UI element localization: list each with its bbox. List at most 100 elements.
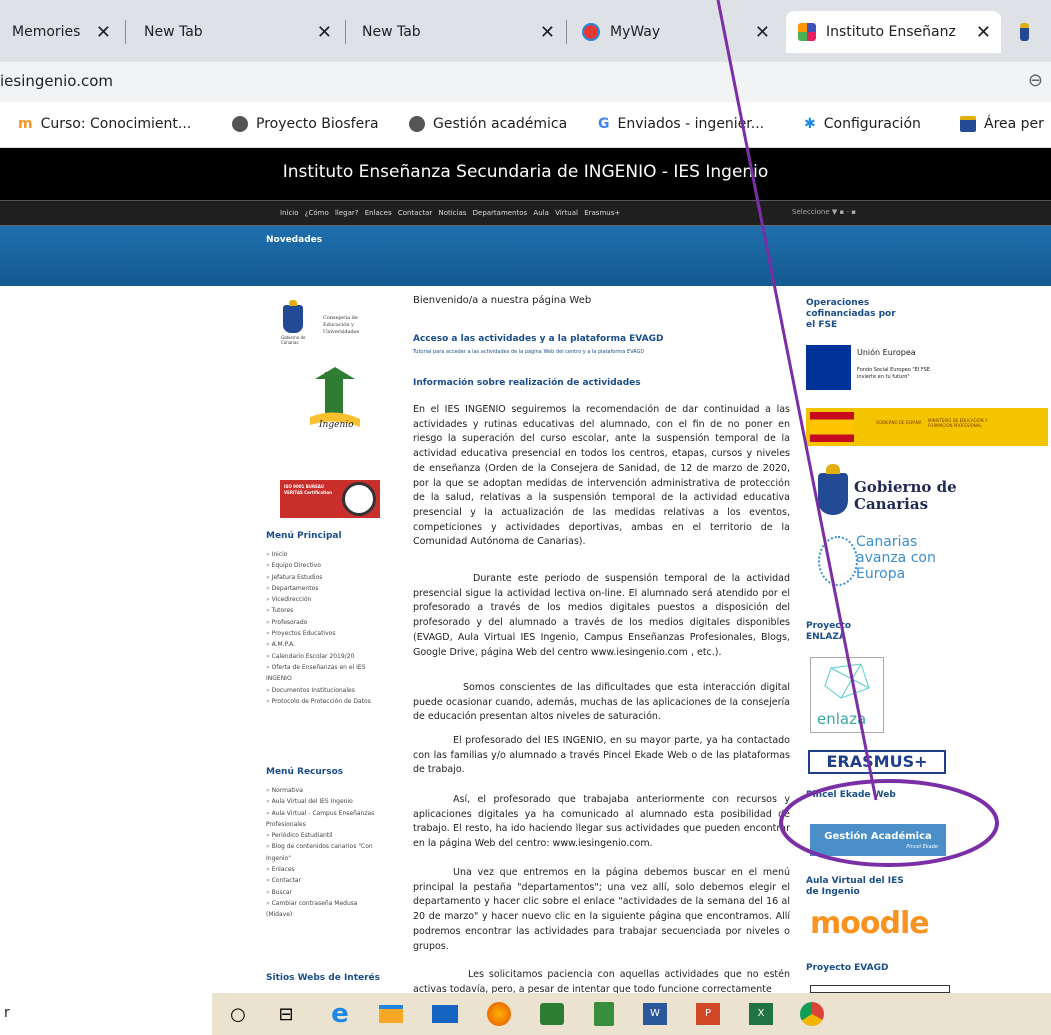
consejeria-logo[interactable]: Consejería de Educación y Universidades … — [281, 300, 387, 345]
menu-item[interactable]: Calendario Escolar 2019/20 — [266, 651, 371, 662]
menu-item[interactable]: Tutores — [266, 605, 371, 616]
cortana-icon[interactable]: ○ — [223, 999, 253, 1029]
menu-item[interactable]: A.M.P.A. — [266, 639, 371, 650]
bookmark-label: Proyecto Biosfera — [256, 116, 379, 132]
tab-new-tab-2[interactable]: New Tab ✕ — [350, 11, 565, 53]
task-view-icon[interactable]: ⊟ — [271, 999, 301, 1029]
enlaza-title: Proyecto ENLAZA — [806, 621, 852, 642]
menu-item[interactable]: Normativa — [266, 785, 374, 796]
site-nav: Inicio ¿Cómo llegar? Enlaces Contactar N… — [0, 200, 1051, 226]
taskbar-search-input[interactable]: r — [0, 993, 212, 1035]
menu-item[interactable]: Profesionales — [266, 819, 374, 830]
menu-item[interactable]: INGENIO — [266, 673, 371, 684]
evagd-banner[interactable] — [810, 985, 950, 993]
tab-new-tab-1[interactable]: New Tab ✕ — [132, 11, 342, 53]
welcome-text: Bienvenido/a a nuestra página Web — [413, 295, 592, 306]
evagd-title: Proyecto EVAGD — [806, 963, 889, 973]
close-icon[interactable]: ✕ — [976, 22, 991, 43]
menu-item[interactable]: Periódico Estudiantil — [266, 830, 374, 841]
menu-item[interactable]: Documentos Institucionales — [266, 685, 371, 696]
app-icon[interactable] — [537, 999, 567, 1029]
menu-item[interactable]: Contactar — [266, 875, 374, 886]
powerpoint-icon[interactable]: P — [693, 999, 723, 1029]
gestion-academica-button[interactable]: Gestión Académica Pincel Ekade — [810, 824, 946, 856]
menu-item[interactable]: Aula Virtual del IES Ingenio — [266, 796, 374, 807]
bookmark-area[interactable]: Área per — [960, 116, 1044, 132]
menu-item[interactable]: Inicio — [266, 549, 371, 560]
ies-logo-icon[interactable]: Ingenio — [305, 367, 365, 432]
menu-item[interactable]: Buscar — [266, 887, 374, 898]
logo-sub: Gobierno de Canarias — [281, 335, 306, 345]
chrome-icon[interactable] — [797, 999, 827, 1029]
menu-item[interactable]: Proyectos Educativos — [266, 628, 371, 639]
iso-certification-badge[interactable]: ISO 9001 BUREAU VERITAS Certification — [280, 480, 380, 518]
eu-flag-icon[interactable] — [806, 345, 851, 390]
moodle-logo[interactable]: moodle — [810, 906, 930, 941]
bureau-veritas-seal-icon — [342, 482, 376, 516]
menu-item[interactable]: Oferta de Enseñanzas en el IES — [266, 662, 371, 673]
menu-item[interactable]: Ingenio" — [266, 853, 374, 864]
novedades-label[interactable]: Novedades — [266, 235, 322, 245]
site-header: Instituto Enseñanza Secundaria de INGENI… — [0, 148, 1051, 200]
select-dropdown[interactable]: Seleccione ▼ ▪ - ▪ — [792, 208, 856, 216]
menu-item[interactable]: Vicedirección — [266, 594, 371, 605]
bookmark-curso[interactable]: m Curso: Conocimient... — [18, 116, 191, 132]
myway-icon — [582, 23, 600, 41]
menu-principal-list: InicioEquipo DirectivoJefatura EstudiosD… — [266, 549, 371, 707]
mail-icon[interactable] — [430, 999, 460, 1029]
tab-label: New Tab — [144, 24, 203, 40]
excel-icon[interactable]: X — [746, 999, 776, 1029]
novedades-banner: Novedades — [0, 226, 1051, 286]
gobierno-canarias-logo[interactable]: Gobierno de Canarias — [806, 464, 986, 515]
word-icon[interactable]: W — [640, 999, 670, 1029]
bookmark-biosfera[interactable]: Proyecto Biosfera — [232, 116, 379, 132]
address-bar[interactable]: iesingenio.com ⊖ — [0, 62, 1051, 102]
menu-item[interactable]: (Midave) — [266, 909, 374, 920]
site-nav-links[interactable]: Inicio ¿Cómo llegar? Enlaces Contactar N… — [280, 209, 620, 217]
tab-instituto[interactable]: Instituto Enseñanz ✕ — [786, 11, 1001, 53]
bookmark-configuracion[interactable]: ✱ Configuración — [804, 116, 921, 132]
close-icon[interactable]: ✕ — [317, 22, 332, 43]
moodle-bookmark-icon: m — [18, 116, 33, 132]
iso-text: ISO 9001 BUREAU VERITAS Certification — [284, 484, 333, 495]
erasmus-logo[interactable]: ERASMUS+ — [808, 750, 946, 774]
paragraph-6: Una vez que entremos en la página debemo… — [413, 867, 790, 952]
firefox-icon[interactable] — [484, 999, 514, 1029]
edge-icon[interactable]: e — [325, 999, 355, 1029]
globe-icon — [409, 116, 425, 132]
close-icon[interactable]: ✕ — [540, 22, 555, 43]
bookmark-enviados[interactable]: G Enviados - ingenier... — [598, 116, 764, 132]
tab-partial[interactable] — [1008, 11, 1051, 53]
canarias-avanza-logo[interactable]: Canarias avanza con Europa — [818, 530, 938, 592]
zoom-icon[interactable]: ⊖ — [1028, 70, 1043, 91]
file-explorer-icon[interactable] — [376, 999, 406, 1029]
enlaza-logo[interactable]: enlaza — [810, 657, 884, 733]
menu-item[interactable]: Jefatura Estudios — [266, 572, 371, 583]
menu-item[interactable]: Enlaces — [266, 864, 374, 875]
menu-item[interactable]: Protocolo de Protección de Datos — [266, 696, 371, 707]
svg-text:Ingenio: Ingenio — [318, 420, 354, 430]
menu-item[interactable]: Profesorado — [266, 617, 371, 628]
menu-item[interactable]: Cambiar contraseña Medusa — [266, 898, 374, 909]
menu-item[interactable]: Equipo Directivo — [266, 560, 371, 571]
tab-myway[interactable]: MyWay ✕ — [570, 11, 780, 53]
notes-icon[interactable] — [589, 999, 619, 1029]
gobierno-text: Gobierno de Canarias — [854, 478, 957, 513]
tab-memories[interactable]: Memories ✕ — [0, 11, 125, 53]
stars-ring-icon — [818, 536, 858, 586]
menu-recursos-title: Menú Recursos — [266, 767, 344, 777]
ministerio-logo[interactable]: GOBIERNO DE ESPAÑA MINISTERIO DE EDUCACI… — [806, 408, 1048, 446]
menu-item[interactable]: Blog de contenidos canarios "Con — [266, 841, 374, 852]
menu-item[interactable]: Departamentos — [266, 583, 371, 594]
close-icon[interactable]: ✕ — [96, 22, 111, 43]
gobierno-icon — [960, 116, 976, 132]
close-icon[interactable]: ✕ — [755, 22, 770, 43]
url-text[interactable]: iesingenio.com — [0, 72, 113, 90]
bookmark-gestion[interactable]: Gestión académica — [409, 116, 567, 132]
evagd-sub-link[interactable]: Tutorial para acceder a las actividades … — [413, 349, 644, 355]
menu-item[interactable]: Aula Virtual - Campus Enseñanzas — [266, 808, 375, 819]
evagd-link[interactable]: Acceso a las actividades y a la platafor… — [413, 334, 664, 344]
search-text: r — [4, 1005, 10, 1021]
taskbar: r ○ ⊟ e W P X — [0, 993, 1051, 1035]
gob-min2-text: MINISTERIO DE EDUCACIÓN Y FORMACIÓN PROF… — [928, 418, 988, 428]
